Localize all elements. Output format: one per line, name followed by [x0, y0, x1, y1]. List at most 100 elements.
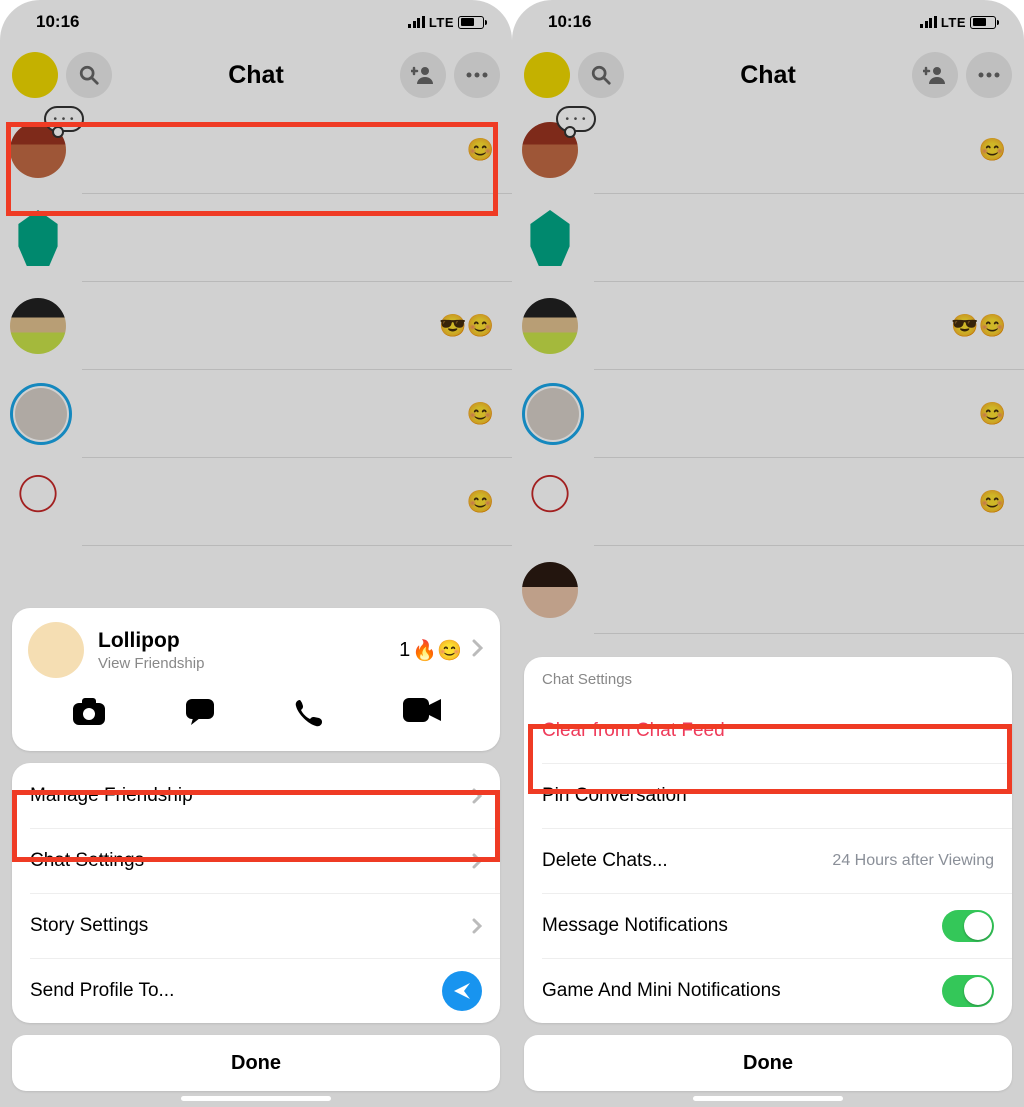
chat-row[interactable]: 😎😊	[512, 282, 1024, 370]
chat-row[interactable]: 😎😊	[0, 282, 512, 370]
chat-row[interactable]: 😊	[512, 370, 1024, 458]
status-time: 10:16	[548, 12, 591, 32]
delete-chats-subtitle: 24 Hours after Viewing	[832, 852, 994, 870]
chat-row[interactable]: 😊	[0, 370, 512, 458]
send-icon	[452, 981, 472, 1001]
menu-label: Clear from Chat Feed	[542, 720, 725, 742]
chat-list: 😊 😎😊 😊 😊	[0, 106, 512, 546]
game-notifications-row[interactable]: Game And Mini Notifications	[524, 958, 1012, 1023]
manage-friendship-row[interactable]: Manage Friendship	[12, 763, 500, 828]
home-indicator[interactable]	[181, 1096, 331, 1101]
search-button[interactable]	[66, 52, 112, 98]
thought-bubble-icon	[556, 106, 596, 132]
pin-conversation-row[interactable]: Pin Conversation	[524, 763, 1012, 828]
chat-avatar	[10, 210, 66, 266]
chat-emoji: 😊	[979, 489, 1006, 515]
chevron-right-icon	[472, 853, 482, 869]
chat-row[interactable]: 😊	[512, 106, 1024, 194]
story-settings-row[interactable]: Story Settings	[12, 893, 500, 958]
home-indicator[interactable]	[693, 1096, 843, 1101]
chat-header: Chat	[512, 44, 1024, 106]
profile-avatar	[28, 622, 84, 678]
streak-indicator: 1 🔥😊	[399, 638, 462, 663]
header-title: Chat	[120, 61, 392, 90]
chat-list: 😊 😎😊 😊 😊	[512, 106, 1024, 634]
toggle-on[interactable]	[942, 975, 994, 1007]
add-friend-icon	[411, 65, 435, 85]
add-friend-button[interactable]	[912, 52, 958, 98]
battery-icon	[458, 16, 484, 29]
menu-label: Chat Settings	[30, 850, 144, 872]
menu-card: Manage Friendship Chat Settings Story Se…	[12, 763, 500, 1023]
chat-button[interactable]	[185, 698, 215, 733]
status-bar: 10:16 LTE	[512, 0, 1024, 44]
signal-icon	[920, 16, 937, 28]
search-button[interactable]	[578, 52, 624, 98]
header-title: Chat	[632, 61, 904, 90]
profile-avatar-button[interactable]	[12, 52, 58, 98]
send-button[interactable]	[442, 971, 482, 1011]
view-friendship-label: View Friendship	[98, 655, 204, 672]
profile-card: Lollipop View Friendship 1 🔥😊	[12, 608, 500, 751]
streak-count: 1	[399, 639, 410, 662]
chat-emoji: 😊	[979, 401, 1006, 427]
thought-bubble-icon	[44, 106, 84, 132]
delete-chats-row[interactable]: Delete Chats... 24 Hours after Viewing	[524, 828, 1012, 893]
toggle-on[interactable]	[942, 910, 994, 942]
done-button[interactable]: Done	[524, 1035, 1012, 1091]
chat-row[interactable]: 😊	[0, 106, 512, 194]
sheet-title: Chat Settings	[524, 657, 1012, 698]
menu-label: Story Settings	[30, 915, 148, 937]
menu-label: Send Profile To...	[30, 980, 174, 1002]
add-friend-button[interactable]	[400, 52, 446, 98]
profile-name: Lollipop	[98, 629, 204, 653]
send-profile-row[interactable]: Send Profile To...	[12, 958, 500, 1023]
streak-emoji: 🔥😊	[412, 638, 462, 663]
more-button[interactable]	[454, 52, 500, 98]
camera-button[interactable]	[72, 698, 106, 733]
chat-row[interactable]	[512, 546, 1024, 634]
chat-settings-row[interactable]: Chat Settings	[12, 828, 500, 893]
chat-avatar	[10, 474, 66, 530]
chat-row[interactable]	[0, 194, 512, 282]
search-icon	[590, 64, 612, 86]
chat-avatar	[522, 122, 578, 178]
menu-label: Manage Friendship	[30, 785, 193, 807]
call-button[interactable]	[294, 698, 324, 733]
chat-avatar	[10, 298, 66, 354]
done-label: Done	[231, 1052, 281, 1075]
chat-row[interactable]: 😊	[512, 458, 1024, 546]
chat-avatar	[522, 210, 578, 266]
video-button[interactable]	[403, 698, 441, 733]
add-friend-icon	[923, 65, 947, 85]
more-button[interactable]	[966, 52, 1012, 98]
phone-icon	[294, 698, 324, 728]
action-sheet: Lollipop View Friendship 1 🔥😊	[12, 608, 500, 1107]
chat-avatar-story[interactable]	[522, 383, 584, 445]
status-time: 10:16	[36, 12, 79, 32]
camera-icon	[72, 698, 106, 726]
done-label: Done	[743, 1052, 793, 1075]
phone-right: 10:16 LTE Chat 😊	[512, 0, 1024, 1107]
chat-emoji: 😎😊	[951, 313, 1006, 339]
chat-avatar	[10, 122, 66, 178]
phone-left: 10:16 LTE Chat 😊	[0, 0, 512, 1107]
network-label: LTE	[941, 15, 966, 30]
video-icon	[403, 698, 441, 722]
chat-header: Chat	[0, 44, 512, 106]
profile-header[interactable]: Lollipop View Friendship 1 🔥😊	[12, 608, 500, 688]
clear-chat-feed-row[interactable]: Clear from Chat Feed	[524, 698, 1012, 763]
menu-label: Message Notifications	[542, 915, 728, 937]
menu-label: Game And Mini Notifications	[542, 980, 781, 1002]
chat-row[interactable]	[512, 194, 1024, 282]
chat-icon	[185, 698, 215, 726]
quick-actions	[12, 688, 500, 751]
message-notifications-row[interactable]: Message Notifications	[524, 893, 1012, 958]
signal-icon	[408, 16, 425, 28]
done-button[interactable]: Done	[12, 1035, 500, 1091]
profile-avatar-button[interactable]	[524, 52, 570, 98]
chat-row[interactable]: 😊	[0, 458, 512, 546]
chat-avatar-story[interactable]	[10, 383, 72, 445]
settings-card: Chat Settings Clear from Chat Feed Pin C…	[524, 657, 1012, 1023]
more-icon	[978, 72, 1000, 78]
